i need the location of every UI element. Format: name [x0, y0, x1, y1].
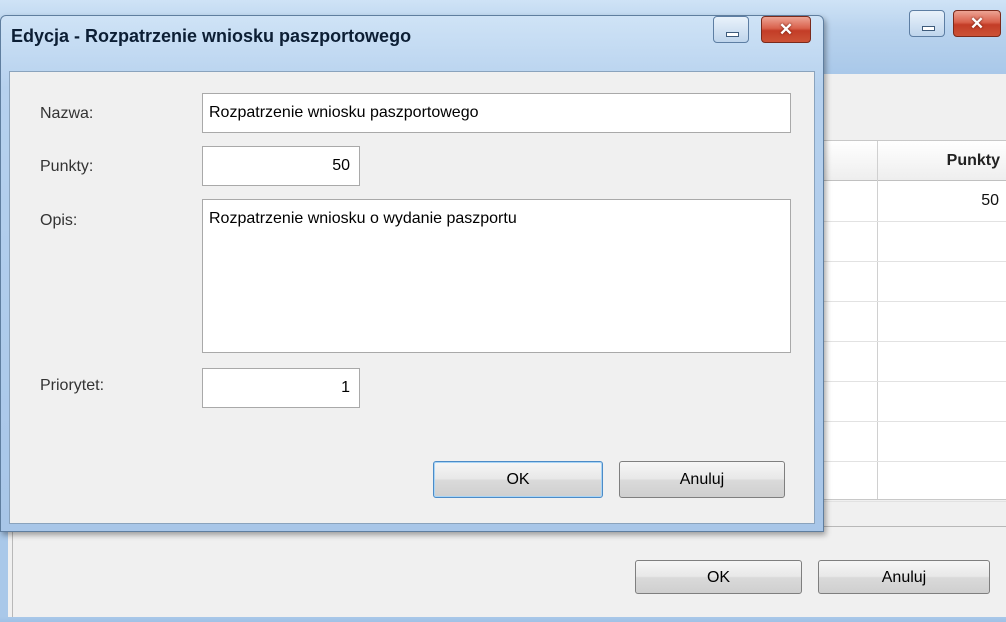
background-ok-button[interactable]: OK: [635, 560, 802, 594]
edit-dialog: Edycja - Rozpatrzenie wniosku paszportow…: [0, 15, 824, 532]
table-row[interactable]: [821, 381, 1006, 422]
dialog-close-button[interactable]: ✕: [761, 16, 811, 43]
minimize-icon: [726, 32, 739, 37]
dialog-window-controls: ✕: [709, 16, 815, 43]
priority-label: Priorytet:: [40, 377, 105, 394]
description-textarea-value: Rozpatrzenie wniosku o wydanie paszportu: [209, 210, 517, 227]
table-row[interactable]: [821, 421, 1006, 462]
table-row[interactable]: 50: [821, 181, 1006, 222]
background-minimize-button[interactable]: [909, 10, 945, 37]
points-input[interactable]: 50: [202, 146, 360, 186]
background-table: Punkty 50: [821, 140, 1006, 502]
description-textarea[interactable]: Rozpatrzenie wniosku o wydanie paszportu: [202, 199, 791, 353]
background-window-controls: ✕: [909, 10, 1006, 38]
background-frame-bottom: [0, 617, 1006, 622]
column-header-punkty[interactable]: Punkty: [878, 141, 1006, 180]
priority-input[interactable]: 1: [202, 368, 360, 408]
background-close-button[interactable]: ✕: [953, 10, 1001, 37]
close-icon: ✕: [778, 20, 794, 39]
cancel-button[interactable]: Anuluj: [619, 461, 785, 498]
background-cancel-button[interactable]: Anuluj: [818, 560, 990, 594]
minimize-icon: [922, 26, 935, 31]
name-label: Nazwa:: [40, 105, 94, 122]
points-input-value: 50: [332, 157, 350, 174]
table-row[interactable]: [821, 461, 1006, 502]
dialog-client-area: Nazwa: Rozpatrzenie wniosku paszportoweg…: [9, 71, 815, 524]
name-input-value: Rozpatrzenie wniosku paszportowego: [209, 104, 479, 121]
close-icon: ✕: [969, 14, 985, 33]
table-header: Punkty: [821, 141, 1006, 181]
table-cell-punkty: 50: [981, 192, 999, 209]
dialog-minimize-button[interactable]: [713, 16, 749, 43]
table-row[interactable]: [821, 221, 1006, 262]
table-row[interactable]: [821, 341, 1006, 382]
dialog-title: Edycja - Rozpatrzenie wniosku paszportow…: [11, 26, 412, 46]
table-row[interactable]: [821, 301, 1006, 342]
priority-input-value: 1: [341, 379, 350, 396]
name-input[interactable]: Rozpatrzenie wniosku paszportowego: [202, 93, 791, 133]
table-row[interactable]: [821, 261, 1006, 302]
points-label: Punkty:: [40, 158, 94, 175]
ok-button[interactable]: OK: [433, 461, 603, 498]
description-label: Opis:: [40, 212, 78, 229]
